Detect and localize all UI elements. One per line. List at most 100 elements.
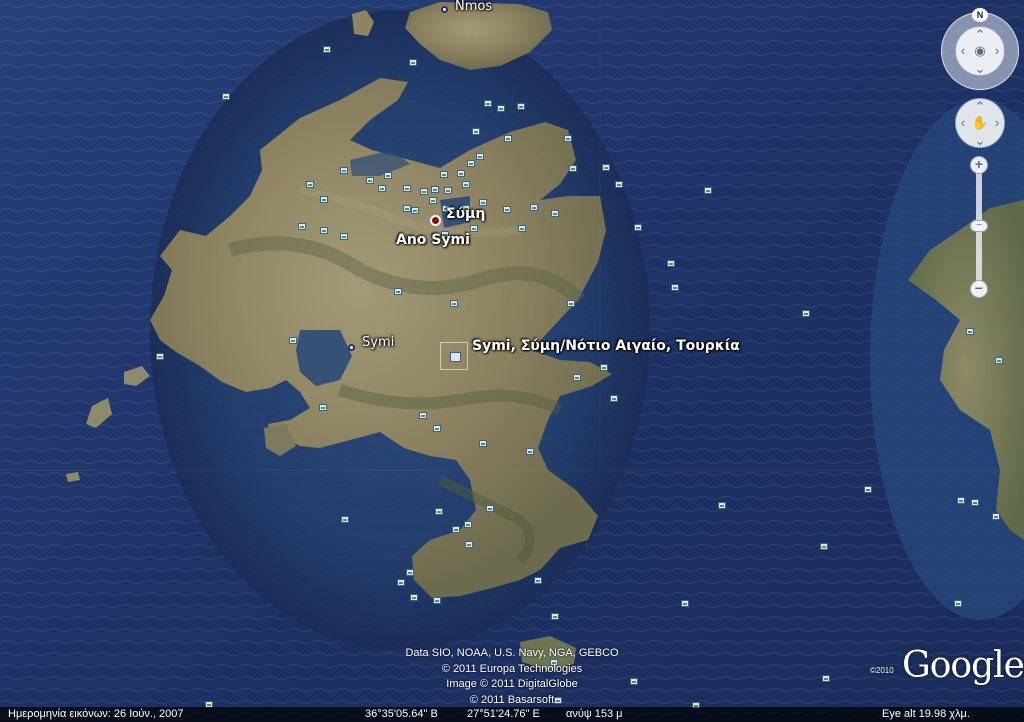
satellite-map[interactable]: [0, 0, 1024, 722]
photo-marker-icon[interactable]: [534, 577, 542, 584]
photo-marker-icon[interactable]: [298, 223, 306, 230]
photo-marker-icon[interactable]: [569, 165, 577, 172]
photo-marker-icon[interactable]: [465, 541, 473, 548]
photo-marker-icon[interactable]: [431, 186, 439, 193]
photo-marker-icon[interactable]: [526, 448, 534, 455]
photo-marker-icon[interactable]: [433, 597, 441, 604]
north-up-button[interactable]: N: [972, 8, 988, 22]
photo-marker-icon[interactable]: [667, 260, 675, 267]
photo-marker-icon[interactable]: [341, 516, 349, 523]
photo-marker-icon[interactable]: [429, 197, 437, 204]
photo-marker-icon[interactable]: [444, 187, 452, 194]
search-result-placemark[interactable]: [440, 342, 468, 370]
photo-marker-icon[interactable]: [470, 225, 478, 232]
zoom-slider-thumb[interactable]: −: [970, 220, 988, 232]
move-down-arrow-icon[interactable]: ⌄: [974, 134, 986, 147]
photo-marker-icon[interactable]: [435, 508, 443, 515]
photo-marker-icon[interactable]: [403, 185, 411, 192]
village-dot-icon[interactable]: [348, 344, 355, 351]
photo-marker-icon[interactable]: [551, 210, 559, 217]
photo-marker-icon[interactable]: [340, 233, 348, 240]
village-dot-icon[interactable]: [441, 6, 448, 13]
photo-marker-icon[interactable]: [222, 93, 230, 100]
photo-marker-icon[interactable]: [971, 499, 979, 506]
label-nimos[interactable]: Nmos: [455, 0, 492, 14]
photo-marker-icon[interactable]: [319, 404, 327, 411]
photo-marker-icon[interactable]: [486, 505, 494, 512]
photo-marker-icon[interactable]: [634, 224, 642, 231]
photo-marker-icon[interactable]: [467, 160, 475, 167]
photo-marker-icon[interactable]: [497, 105, 505, 112]
look-down-arrow-icon[interactable]: ⌄: [974, 62, 986, 75]
photo-marker-icon[interactable]: [472, 128, 480, 135]
photo-marker-icon[interactable]: [802, 310, 810, 317]
photo-marker-icon[interactable]: [366, 177, 374, 184]
photo-marker-icon[interactable]: [954, 600, 962, 607]
photo-marker-icon[interactable]: [602, 164, 610, 171]
photo-marker-icon[interactable]: [517, 103, 525, 110]
photo-marker-icon[interactable]: [992, 513, 1000, 520]
look-right-arrow-icon[interactable]: ›: [991, 44, 1003, 57]
move-up-arrow-icon[interactable]: ⌃: [974, 100, 986, 113]
photo-marker-icon[interactable]: [615, 181, 623, 188]
photo-marker-icon[interactable]: [704, 187, 712, 194]
photo-marker-icon[interactable]: [450, 300, 458, 307]
photo-marker-icon[interactable]: [452, 526, 460, 533]
photo-marker-icon[interactable]: [340, 167, 348, 174]
photo-marker-icon[interactable]: [462, 181, 470, 188]
photo-marker-icon[interactable]: [464, 521, 472, 528]
move-right-arrow-icon[interactable]: ›: [991, 116, 1003, 129]
move-left-arrow-icon[interactable]: ‹: [957, 116, 969, 129]
photo-marker-icon[interactable]: [681, 600, 689, 607]
photo-marker-icon[interactable]: [610, 395, 618, 402]
photo-marker-icon[interactable]: [671, 284, 679, 291]
photo-marker-icon[interactable]: [394, 288, 402, 295]
photo-marker-icon[interactable]: [378, 185, 386, 192]
photo-marker-icon[interactable]: [384, 172, 392, 179]
label-search-result[interactable]: Symi, Σύμη/Νότιο Αιγαίο, Τουρκία: [472, 338, 740, 354]
photo-marker-icon[interactable]: [156, 353, 164, 360]
look-left-arrow-icon[interactable]: ‹: [957, 44, 969, 57]
photo-marker-icon[interactable]: [718, 502, 726, 509]
look-up-arrow-icon[interactable]: ⌃: [974, 28, 986, 41]
photo-marker-icon[interactable]: [411, 207, 419, 214]
photo-marker-icon[interactable]: [504, 135, 512, 142]
photo-marker-icon[interactable]: [822, 675, 830, 682]
photo-marker-icon[interactable]: [551, 613, 559, 620]
photo-marker-icon[interactable]: [410, 594, 418, 601]
photo-marker-icon[interactable]: [433, 425, 441, 432]
photo-marker-icon[interactable]: [503, 206, 511, 213]
photo-marker-icon[interactable]: [564, 135, 572, 142]
photo-marker-icon[interactable]: [476, 153, 484, 160]
photo-marker-icon[interactable]: [440, 171, 448, 178]
zoom-out-button[interactable]: −: [970, 280, 988, 298]
photo-marker-icon[interactable]: [573, 374, 581, 381]
photo-marker-icon[interactable]: [409, 59, 417, 66]
town-marker-icon[interactable]: [430, 215, 441, 226]
zoom-in-button[interactable]: +: [970, 156, 988, 174]
photo-marker-icon[interactable]: [957, 497, 965, 504]
photo-marker-icon[interactable]: [403, 205, 411, 212]
photo-marker-icon[interactable]: [518, 225, 526, 232]
photo-marker-icon[interactable]: [479, 199, 487, 206]
photo-marker-icon[interactable]: [484, 100, 492, 107]
photo-marker-icon[interactable]: [320, 227, 328, 234]
photo-marker-icon[interactable]: [320, 196, 328, 203]
photo-marker-icon[interactable]: [995, 357, 1003, 364]
photo-marker-icon[interactable]: [864, 486, 872, 493]
photo-marker-icon[interactable]: [567, 300, 575, 307]
photo-marker-icon[interactable]: [306, 181, 314, 188]
photo-marker-icon[interactable]: [479, 440, 487, 447]
photo-marker-icon[interactable]: [406, 569, 414, 576]
photo-marker-icon[interactable]: [600, 364, 608, 371]
label-symi-greek[interactable]: Σύμη: [446, 206, 485, 222]
photo-marker-icon[interactable]: [397, 579, 405, 586]
photo-marker-icon[interactable]: [820, 543, 828, 550]
photo-marker-icon[interactable]: [323, 46, 331, 53]
label-symi[interactable]: Symi: [362, 335, 394, 350]
photo-marker-icon[interactable]: [530, 204, 538, 211]
photo-marker-icon[interactable]: [420, 188, 428, 195]
photo-marker-icon[interactable]: [966, 328, 974, 335]
photo-marker-icon[interactable]: [419, 412, 427, 419]
label-ano-symi[interactable]: Ano Symi: [396, 232, 470, 248]
